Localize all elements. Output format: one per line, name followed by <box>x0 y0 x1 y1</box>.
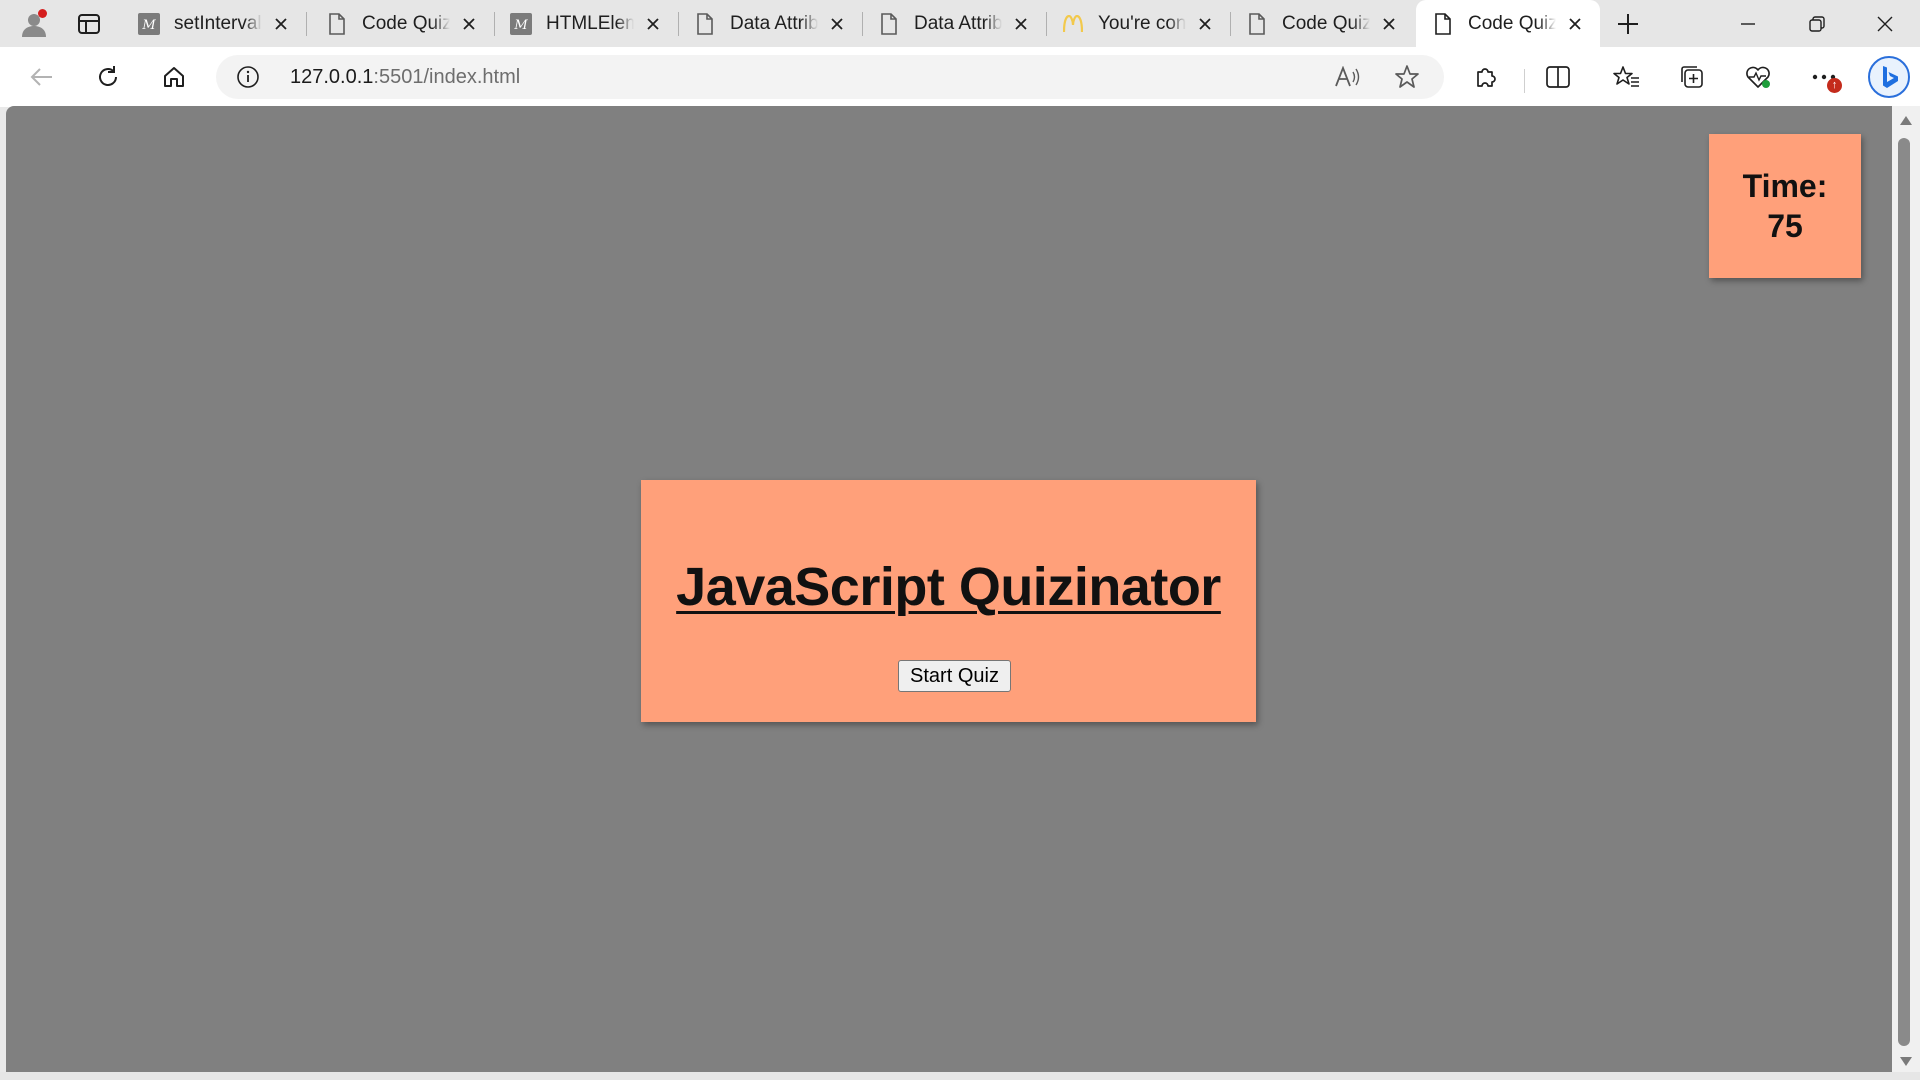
timer-box: Time: 75 <box>1709 134 1861 278</box>
scroll-down-arrow-icon[interactable] <box>1900 1057 1912 1066</box>
mdn-icon: M <box>138 12 160 35</box>
restore-icon <box>1809 15 1825 32</box>
favorites-icon <box>1613 66 1639 87</box>
tab-youre-connected[interactable]: You're con <box>1046 0 1231 47</box>
info-icon[interactable] <box>236 65 260 89</box>
tab-actions-icon <box>78 14 100 34</box>
tab-title: HTMLElem <box>546 12 634 34</box>
notification-dot <box>38 9 47 18</box>
timer-value: 75 <box>1767 208 1803 244</box>
mdn-icon: M <box>510 12 532 35</box>
puzzle-icon <box>1477 68 1496 87</box>
scrollbar-thumb[interactable] <box>1898 138 1910 1046</box>
read-aloud-icon[interactable] <box>1332 63 1362 91</box>
restore-button[interactable] <box>1782 0 1852 47</box>
quiz-start-card: JavaScript Quizinator Start Quiz <box>641 480 1256 722</box>
tab-code-quiz-2[interactable]: Code Quiz <box>1230 0 1414 47</box>
home-icon <box>164 67 184 87</box>
split-screen-button[interactable] <box>1540 59 1576 95</box>
close-icon[interactable] <box>1564 13 1586 35</box>
close-icon <box>1877 16 1893 31</box>
minimize-button[interactable] <box>1713 0 1783 47</box>
page-viewport: Time: 75 JavaScript Quizinator Start Qui… <box>6 106 1892 1072</box>
plus-icon <box>1618 14 1638 34</box>
tab-title: Code Quiz <box>362 12 450 34</box>
page-icon <box>878 12 900 35</box>
tab-title: Data Attrib <box>730 12 818 34</box>
browser-toolbar: 127.0.0.1:5501/index.html ↑ <box>0 47 1920 107</box>
collections-button[interactable] <box>1674 59 1710 95</box>
tab-data-attributes-1[interactable]: Data Attrib <box>678 0 863 47</box>
heart-pulse-icon <box>1746 66 1770 88</box>
page-icon <box>1432 12 1454 35</box>
url-path: :5501/index.html <box>373 66 521 88</box>
start-quiz-button[interactable]: Start Quiz <box>898 660 1011 692</box>
copilot-button[interactable] <box>1866 55 1912 99</box>
favorites-button[interactable] <box>1608 59 1644 95</box>
tab-title: You're con <box>1098 12 1186 34</box>
tab-title: Code Quiz <box>1468 12 1556 34</box>
timer-label: Time: <box>1742 168 1828 204</box>
close-icon[interactable] <box>1194 13 1216 35</box>
svg-text:M: M <box>141 18 156 33</box>
tab-actions-button[interactable] <box>74 10 104 38</box>
split-screen-icon <box>1546 66 1570 88</box>
window-bottom-edge <box>0 1072 1920 1080</box>
home-button[interactable] <box>154 59 194 95</box>
refresh-icon <box>99 66 117 86</box>
vertical-scrollbar[interactable] <box>1892 106 1920 1072</box>
url-host: 127.0.0.1 <box>290 66 374 88</box>
arrow-left-icon <box>30 68 52 86</box>
page-icon <box>1246 12 1268 35</box>
scroll-up-arrow-icon[interactable] <box>1900 116 1912 125</box>
tab-setinterval[interactable]: M setInterval( <box>122 0 307 47</box>
tab-data-attributes-2[interactable]: Data Attrib <box>862 0 1047 47</box>
tab-title: Data Attrib <box>914 12 1002 34</box>
close-icon[interactable] <box>270 13 292 35</box>
update-badge: ↑ <box>1827 78 1842 93</box>
close-icon[interactable] <box>1010 13 1032 35</box>
toolbar-separator <box>1524 69 1525 93</box>
close-icon[interactable] <box>1378 13 1400 35</box>
extensions-button[interactable] <box>1468 59 1504 95</box>
new-tab-button[interactable] <box>1612 8 1644 40</box>
tab-htmlelement[interactable]: M HTMLElem <box>494 0 679 47</box>
tab-title: Code Quiz <box>1282 12 1370 34</box>
close-window-button[interactable] <box>1850 0 1920 47</box>
tab-code-quiz-active[interactable]: Code Quiz <box>1416 0 1600 47</box>
tab-title: setInterval( <box>174 12 262 34</box>
page-icon <box>694 12 716 35</box>
close-icon[interactable] <box>642 13 664 35</box>
favorite-star-icon[interactable] <box>1392 63 1422 91</box>
minimize-icon <box>1741 22 1755 25</box>
profile-avatar[interactable] <box>16 6 52 42</box>
address-bar[interactable]: 127.0.0.1:5501/index.html <box>216 55 1444 99</box>
browser-essentials-button[interactable] <box>1740 59 1776 95</box>
tab-code-quiz-1[interactable]: Code Quiz <box>310 0 495 47</box>
close-icon[interactable] <box>458 13 480 35</box>
close-icon[interactable] <box>826 13 848 35</box>
settings-more-button[interactable]: ↑ <box>1806 59 1842 95</box>
page-icon <box>326 12 348 35</box>
tab-separator <box>306 12 307 36</box>
url-text[interactable]: 127.0.0.1:5501/index.html <box>290 66 520 89</box>
bing-chat-icon <box>1868 56 1910 98</box>
mcdonalds-icon <box>1062 13 1084 35</box>
tab-strip: M setInterval( Code Quiz M HTMLElem Data… <box>0 0 1920 47</box>
quiz-title: JavaScript Quizinator <box>676 557 1221 617</box>
refresh-button[interactable] <box>88 59 128 95</box>
back-button[interactable] <box>22 59 62 95</box>
collections-icon <box>1681 66 1703 88</box>
svg-text:M: M <box>513 18 528 33</box>
